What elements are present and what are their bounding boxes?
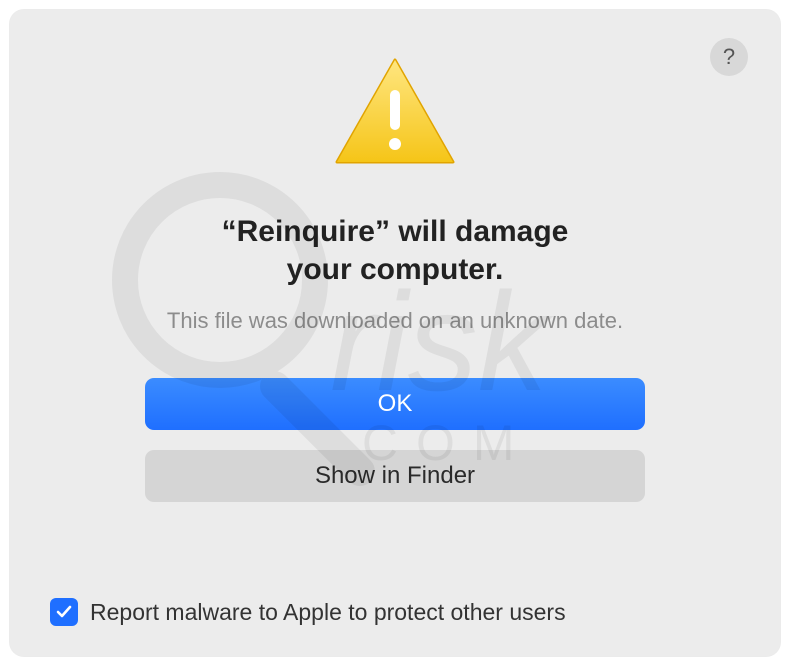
title-line-1: “Reinquire” will damage xyxy=(222,213,569,251)
ok-button[interactable]: OK xyxy=(145,378,645,430)
warning-icon xyxy=(331,54,459,177)
dialog-title: “Reinquire” will damage your computer. xyxy=(222,213,569,288)
show-in-finder-label: Show in Finder xyxy=(315,462,475,490)
report-malware-row: Report malware to Apple to protect other… xyxy=(50,598,566,626)
help-button[interactable]: ? xyxy=(710,38,748,76)
show-in-finder-button[interactable]: Show in Finder xyxy=(145,450,645,502)
title-line-2: your computer. xyxy=(222,251,569,289)
button-group: OK Show in Finder xyxy=(145,378,645,502)
ok-button-label: OK xyxy=(378,390,413,418)
help-icon: ? xyxy=(723,44,735,70)
report-malware-label: Report malware to Apple to protect other… xyxy=(90,599,566,626)
check-icon xyxy=(55,603,73,621)
dialog-subtitle: This file was downloaded on an unknown d… xyxy=(167,308,623,334)
report-malware-checkbox[interactable] xyxy=(50,598,78,626)
gatekeeper-warning-dialog: risk .COM ? “Reinquire” will damage your… xyxy=(10,10,780,656)
